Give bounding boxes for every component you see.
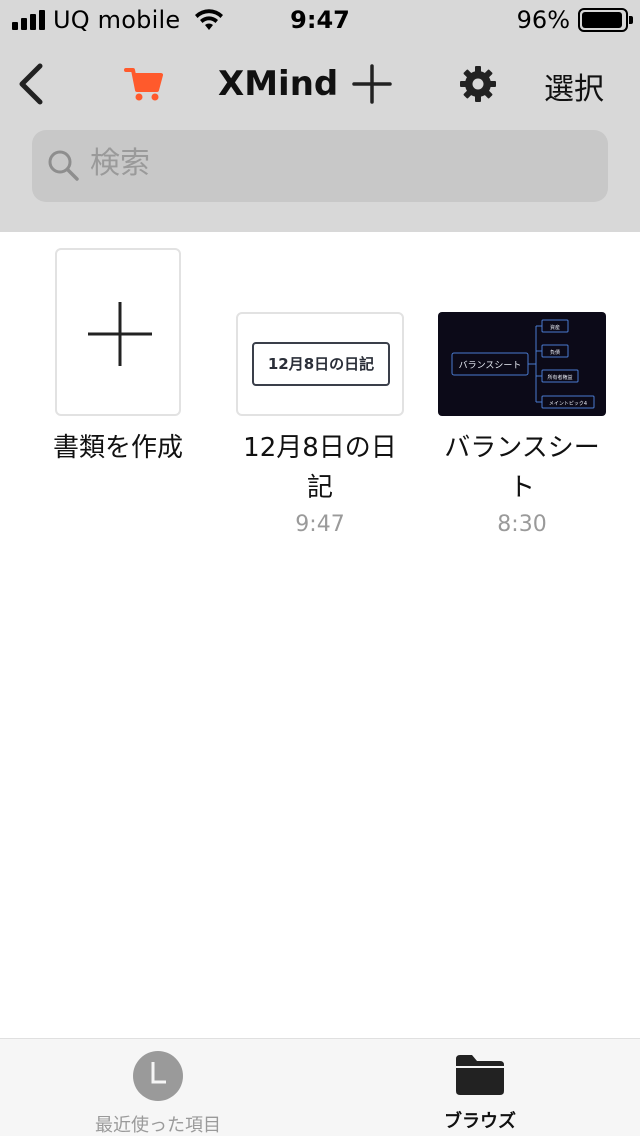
folder-icon (456, 1055, 504, 1095)
mindmap-branch: メイントピック4 (549, 401, 587, 407)
balance-title: バランスシート (444, 433, 600, 503)
diary-thumbnail[interactable]: 12月8日の日記 (236, 312, 404, 416)
search-input[interactable] (90, 146, 570, 181)
tab-recent-label: 最近使った項目 (95, 1115, 221, 1136)
status-right: 96% (516, 6, 633, 34)
battery-percent: 96% (516, 6, 570, 34)
status-bar: UQ mobile 9:47 96% (0, 0, 640, 42)
clock-icon (133, 1051, 183, 1101)
search-bar[interactable] (32, 130, 608, 202)
cart-icon[interactable] (124, 64, 164, 104)
create-document-label: 書類を作成 (52, 433, 183, 463)
mindmap-branch: 所有者権益 (547, 374, 572, 381)
balance-thumbnail[interactable]: バランスシート 資産 負債 所有者権益 メイントピック4 (438, 312, 606, 416)
tab-bar: 最近使った項目 ブラウズ (0, 1038, 640, 1136)
diary-time: 9:47 (295, 512, 345, 537)
battery-icon (578, 8, 633, 32)
back-chevron-icon[interactable] (14, 62, 48, 106)
document-grid: 書類を作成 12月8日の日記 12月8日の日記 9:47 バランスシート 資産 … (0, 232, 640, 1038)
mindmap-preview: バランスシート 資産 負債 所有者権益 メイントピック4 (451, 319, 595, 409)
mindmap-root: バランスシート (459, 360, 522, 371)
tab-recent[interactable]: 最近使った項目 (58, 1051, 258, 1137)
document-tile-diary[interactable]: 12月8日の日記 12月8日の日記 9:47 (226, 312, 414, 537)
mindmap-branch: 負債 (550, 349, 560, 356)
gear-icon[interactable] (458, 64, 498, 104)
tab-browse-label: ブラウズ (444, 1111, 516, 1132)
diary-title: 12月8日の日記 (243, 433, 397, 503)
add-icon[interactable] (352, 64, 392, 104)
nav-title: XMind (218, 64, 339, 104)
document-tile-balance[interactable]: バランスシート 資産 負債 所有者権益 メイントピック4 バランスシート 8:3… (428, 312, 616, 537)
create-document-tile[interactable]: 書類を作成 (40, 248, 196, 468)
balance-time: 8:30 (497, 512, 547, 537)
mindmap-branch: 資産 (550, 324, 560, 331)
diary-preview-topic: 12月8日の日記 (252, 342, 390, 386)
search-icon (48, 150, 79, 181)
select-button[interactable]: 選択 (544, 64, 604, 108)
create-document-thumb[interactable] (55, 248, 181, 416)
nav-bar: XMind 選択 (0, 42, 640, 232)
plus-icon (88, 302, 152, 366)
tab-browse[interactable]: ブラウズ (380, 1051, 580, 1133)
